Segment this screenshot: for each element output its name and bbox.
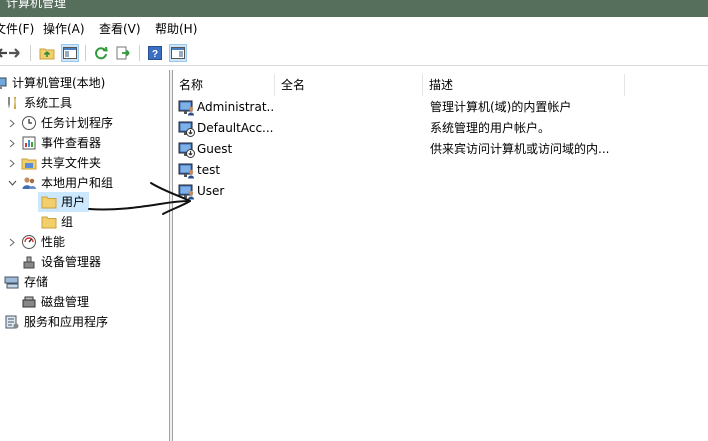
user-name: Guest bbox=[197, 142, 233, 156]
help-icon[interactable]: ? bbox=[146, 44, 164, 62]
toolbar: ? bbox=[0, 41, 708, 66]
column-header-description[interactable]: 描述 bbox=[423, 74, 625, 96]
tree-label: 用户 bbox=[61, 195, 86, 209]
shared-folder-icon bbox=[21, 155, 37, 171]
storage-icon bbox=[4, 274, 20, 290]
table-row[interactable]: Guest 供来宾访问计算机或访问域的内... bbox=[173, 139, 708, 160]
title-bar: 计算机管理 bbox=[0, 0, 708, 17]
tree-label: 计算机管理(本地) bbox=[12, 76, 106, 90]
user-description: 供来宾访问计算机或访问域的内... bbox=[430, 142, 610, 156]
tree-item-storage[interactable]: 存储 bbox=[4, 272, 48, 292]
user-name: DefaultAcc... bbox=[197, 121, 274, 135]
table-row[interactable]: User bbox=[173, 181, 708, 202]
chevron-right-icon[interactable] bbox=[7, 133, 17, 153]
chevron-right-icon[interactable] bbox=[7, 232, 17, 252]
column-header-fullname[interactable]: 全名 bbox=[275, 74, 423, 96]
table-row[interactable]: Administrat... 管理计算机(域)的内置帐户 bbox=[173, 97, 708, 118]
tree-item-services-apps[interactable]: 服务和应用程序 bbox=[4, 312, 108, 332]
tree-label: 存储 bbox=[24, 275, 49, 289]
user-description: 系统管理的用户帐户。 bbox=[430, 121, 551, 135]
tree-label: 服务和应用程序 bbox=[24, 315, 109, 329]
user-disabled-icon bbox=[178, 141, 196, 158]
clock-icon bbox=[21, 115, 37, 131]
tree-item-task-scheduler[interactable]: 任务计划程序 bbox=[7, 113, 113, 133]
tree-item-groups[interactable]: 组 bbox=[41, 212, 73, 232]
tree-label: 任务计划程序 bbox=[41, 116, 114, 130]
performance-icon bbox=[21, 234, 37, 250]
tree-label: 本地用户和组 bbox=[41, 176, 114, 190]
menu-help[interactable]: 帮助(H) bbox=[155, 22, 197, 36]
window-title: 计算机管理 bbox=[6, 0, 67, 10]
column-header-name[interactable]: 名称 bbox=[173, 74, 275, 96]
tree-item-event-viewer[interactable]: 事件查看器 bbox=[7, 133, 101, 153]
chevron-right-icon[interactable] bbox=[7, 153, 17, 173]
svg-text:?: ? bbox=[152, 49, 158, 60]
tree-item-performance[interactable]: 性能 bbox=[7, 232, 65, 252]
chevron-right-icon[interactable] bbox=[7, 113, 17, 133]
user-icon bbox=[178, 183, 196, 200]
user-icon bbox=[178, 162, 196, 179]
tree-label: 共享文件夹 bbox=[41, 156, 102, 170]
chevron-down-icon[interactable] bbox=[7, 173, 17, 193]
forward-icon[interactable] bbox=[7, 44, 25, 62]
folder-icon bbox=[41, 194, 57, 210]
users-group-icon bbox=[21, 175, 37, 191]
up-folder-icon[interactable] bbox=[38, 44, 56, 62]
user-description: 管理计算机(域)的内置帐户 bbox=[430, 100, 572, 114]
refresh-icon[interactable] bbox=[92, 44, 110, 62]
menu-file[interactable]: 文件(F) bbox=[0, 22, 34, 36]
folder-icon bbox=[41, 214, 57, 230]
table-row[interactable]: DefaultAcc... 系统管理的用户帐户。 bbox=[173, 118, 708, 139]
tree-item-local-users-groups[interactable]: 本地用户和组 bbox=[7, 173, 113, 193]
user-disabled-icon bbox=[178, 120, 196, 137]
user-name: Administrat... bbox=[197, 100, 275, 114]
tree-item-system-tools[interactable]: 系统工具 bbox=[4, 93, 72, 113]
computer-management-icon bbox=[0, 75, 8, 91]
device-manager-icon bbox=[21, 254, 37, 270]
services-icon bbox=[4, 314, 20, 330]
event-viewer-icon bbox=[21, 135, 37, 151]
tree-item-disk-management[interactable]: 磁盘管理 bbox=[21, 292, 89, 312]
show-hide-tree-icon[interactable] bbox=[61, 44, 79, 62]
export-list-icon[interactable] bbox=[114, 44, 132, 62]
user-list-pane: 名称 全名 描述 Administrat... 管理计算机(域)的内置帐户 De… bbox=[173, 70, 708, 441]
user-name: User bbox=[197, 184, 225, 198]
tree-label: 磁盘管理 bbox=[41, 295, 90, 309]
menu-view[interactable]: 查看(V) bbox=[99, 22, 141, 36]
tree-label: 设备管理器 bbox=[41, 255, 102, 269]
show-hide-action-pane-icon[interactable] bbox=[169, 44, 187, 62]
tools-icon bbox=[4, 95, 20, 111]
table-row[interactable]: test bbox=[173, 160, 708, 181]
tree-label: 系统工具 bbox=[24, 96, 73, 110]
user-icon bbox=[178, 99, 196, 116]
user-name: test bbox=[197, 163, 221, 177]
disk-icon bbox=[21, 294, 37, 310]
tree-item-device-manager[interactable]: 设备管理器 bbox=[21, 252, 101, 272]
menu-bar: 文件(F) 操作(A) 查看(V) 帮助(H) bbox=[0, 17, 708, 41]
tree-label: 组 bbox=[61, 215, 74, 229]
navigation-tree: 计算机管理(本地) 系统工具 任务计划程序 事件查看器 共享文件夹 本地用户和组… bbox=[0, 70, 169, 441]
tree-label: 性能 bbox=[41, 235, 66, 249]
tree-item-shared-folders[interactable]: 共享文件夹 bbox=[7, 153, 101, 173]
menu-action[interactable]: 操作(A) bbox=[43, 22, 85, 36]
tree-label: 事件查看器 bbox=[41, 136, 102, 150]
tree-item-computer-management[interactable]: 计算机管理(本地) bbox=[0, 73, 105, 93]
tree-item-users[interactable]: 用户 bbox=[38, 192, 89, 212]
